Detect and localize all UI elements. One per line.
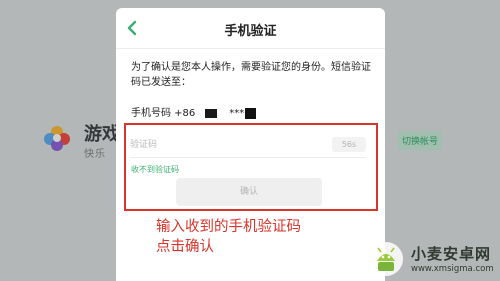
watermark-url: www.xmsigma.com — [411, 264, 494, 274]
phone-label: 手机号码 +86 — [131, 108, 196, 119]
redaction-mark — [205, 108, 218, 118]
android-logo-icon — [369, 242, 403, 276]
annotation-line-1: 输入收到的手机验证码 — [156, 219, 301, 235]
dialog-header: 手机验证 — [116, 8, 385, 49]
redaction-mark — [245, 107, 257, 119]
dialog-title: 手机验证 — [224, 24, 277, 39]
site-watermark: 小麦安卓网 www.xmsigma.com — [368, 241, 500, 281]
annotation-line-2: 点击确认 — [156, 239, 214, 255]
phone-masked-digits: *** — [229, 108, 245, 119]
watermark-name: 小麦安卓网 — [411, 245, 492, 263]
annotation-highlight-box — [124, 123, 378, 211]
verification-description: 为了确认是您本人操作，需要验证您的身份。短信验证码已发送至： — [131, 62, 371, 88]
annotation-note: 输入收到的手机验证码 点击确认 — [156, 217, 301, 257]
phone-number-line: 手机号码 +86 *** — [131, 104, 257, 119]
